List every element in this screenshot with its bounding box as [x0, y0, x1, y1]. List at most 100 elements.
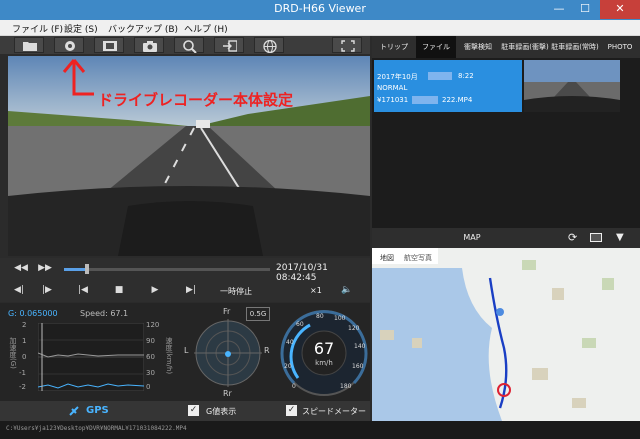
menu-settings[interactable]: 設定 (S)	[64, 22, 98, 35]
close-button[interactable]: ✕	[600, 0, 640, 19]
map-view[interactable]: 地図 航空写真	[372, 248, 640, 421]
compass-rear: Rr	[223, 389, 232, 398]
zoom-icon	[183, 40, 197, 53]
seek-thumb[interactable]	[84, 264, 89, 274]
stop-button[interactable]: ■	[108, 283, 130, 298]
volume-icon[interactable]: 🔈	[336, 283, 358, 298]
speed-tick: 120	[146, 321, 160, 329]
folder-icon	[23, 42, 37, 51]
zoom-button[interactable]	[174, 37, 204, 53]
speed-tick: 0	[146, 383, 151, 391]
speedometer-tick: 160	[352, 363, 364, 370]
speed-ticks: 120 90 60 30 0	[146, 321, 162, 391]
g-value: G: 0.065000	[8, 309, 58, 318]
speedometer-checkbox[interactable]: ✓	[286, 405, 297, 416]
file-date: 2017年10月	[377, 73, 418, 81]
g-compass	[194, 319, 262, 387]
menu-backup[interactable]: バックアップ (B)	[108, 22, 178, 35]
speedometer-value: 67	[313, 339, 335, 358]
speedometer-tick: 80	[316, 313, 324, 320]
tab-parking-continuous[interactable]: 駐車録画(常時)	[550, 36, 600, 58]
g-tick: -2	[19, 383, 26, 391]
g-tick: 0	[22, 353, 27, 361]
map-type-satellite[interactable]: 航空写真	[404, 253, 432, 263]
playback-bar: ◀◀ ▶▶ 2017/10/31 08:42:45	[0, 258, 370, 283]
file-type: NORMAL	[377, 84, 408, 92]
menu-bar: ファイル (F) 設定 (S) バックアップ (B) ヘルプ (H)	[0, 20, 640, 36]
export-button[interactable]	[214, 37, 244, 53]
status-bar: C:¥Users¥ja123¥Desktop¥DVR¥NORMAL¥171031…	[0, 421, 640, 439]
g-display-checkbox[interactable]: ✓	[188, 405, 199, 416]
satellite-icon	[69, 406, 79, 416]
red-arrow-annotation	[62, 59, 94, 96]
map-title: MAP	[463, 233, 481, 242]
tab-parking-impact[interactable]: 駐車録画(衝撃)	[500, 36, 550, 58]
video-button[interactable]	[94, 37, 124, 53]
seek-track[interactable]	[64, 268, 270, 271]
speed-label[interactable]: ×1	[310, 286, 322, 295]
window-icon[interactable]	[590, 233, 602, 242]
tab-impact[interactable]: 衝撃検知	[456, 36, 500, 58]
speed-tick: 60	[146, 353, 155, 361]
map-type-map[interactable]: 地図	[380, 253, 394, 263]
next-frame-button[interactable]: |▶	[36, 283, 58, 298]
g-range-button[interactable]: 0.5G	[246, 307, 270, 321]
speedometer-tick: 180	[340, 383, 352, 390]
g-axis-label: 加速度(G)	[9, 337, 17, 369]
redacted-block	[428, 72, 452, 80]
refresh-icon[interactable]: ⟳	[568, 231, 577, 244]
speed-axis-label: 速度(km/h)	[165, 337, 173, 375]
map-header: MAP ⟳ ▼	[372, 228, 640, 248]
g-display-label: G値表示	[206, 407, 237, 416]
g-tick: 1	[22, 337, 27, 345]
speed-tick: 90	[146, 337, 155, 345]
file-list-item[interactable]: 2017年10月 8:22 NORMAL ¥171031 222.MP4	[374, 60, 522, 112]
rewind-button[interactable]: ◀◀	[10, 261, 32, 276]
tab-file[interactable]: ファイル	[416, 36, 456, 58]
export-icon	[223, 40, 237, 52]
open-folder-button[interactable]	[14, 37, 44, 53]
gear-icon	[65, 41, 75, 51]
menu-help[interactable]: ヘルプ (H)	[184, 22, 228, 35]
maximize-button[interactable]: ☐	[572, 0, 598, 19]
file-name: ¥171031	[377, 96, 409, 104]
playback-controls: ◀| |▶ |◀ ■ ▶ ▶| 一時停止 ×1 🔈	[0, 280, 370, 302]
settings-annotation: ドライブレコーダー本体設定	[98, 91, 294, 109]
play-button[interactable]: ▶	[144, 283, 166, 298]
seek-progress	[64, 268, 87, 271]
camera-icon	[143, 41, 157, 52]
tab-photo[interactable]: PHOTO	[600, 36, 640, 58]
fast-forward-button[interactable]: ▶▶	[34, 261, 56, 276]
speedometer-tick: 100	[334, 315, 346, 322]
file-tabs: トリップ ファイル 衝撃検知 駐車録画(衝撃) 駐車録画(常時) PHOTO	[372, 36, 640, 58]
tab-trip[interactable]: トリップ	[372, 36, 416, 58]
prev-frame-button[interactable]: ◀|	[8, 283, 30, 298]
next-file-button[interactable]: ▶|	[180, 283, 202, 298]
compass-front: Fr	[223, 307, 231, 316]
pause-label[interactable]: 一時停止	[220, 286, 252, 297]
prev-file-button[interactable]: |◀	[72, 283, 94, 298]
speed-value: Speed: 67.1	[80, 309, 129, 318]
menu-file[interactable]: ファイル (F)	[12, 22, 63, 35]
snapshot-button[interactable]	[134, 37, 164, 53]
map-button[interactable]	[254, 37, 284, 53]
file-thumbnail[interactable]	[524, 60, 620, 112]
fullscreen-icon	[341, 40, 355, 52]
speedometer-tick: 20	[284, 363, 292, 370]
sensor-graph	[38, 323, 144, 391]
minimize-button[interactable]: —	[546, 0, 572, 19]
map-canvas	[372, 248, 640, 421]
speedometer-tick: 0	[292, 383, 296, 390]
settings-button[interactable]	[54, 37, 84, 53]
speedometer-tick: 120	[348, 325, 360, 332]
globe-icon	[263, 40, 277, 53]
collapse-icon[interactable]: ▼	[616, 232, 624, 243]
speedometer-tick: 40	[286, 339, 294, 346]
fullscreen-button[interactable]	[332, 37, 362, 53]
video-view[interactable]: ドライブレコーダー本体設定	[8, 56, 370, 256]
speedometer-unit: km/h	[315, 359, 333, 367]
bottom-toggles: GPS ✓ G値表示 ✓ スピードメーター	[0, 401, 370, 421]
gps-button[interactable]: GPS	[86, 405, 109, 416]
file-extension: 222.MP4	[442, 96, 473, 104]
speedometer-tick: 140	[354, 343, 366, 350]
